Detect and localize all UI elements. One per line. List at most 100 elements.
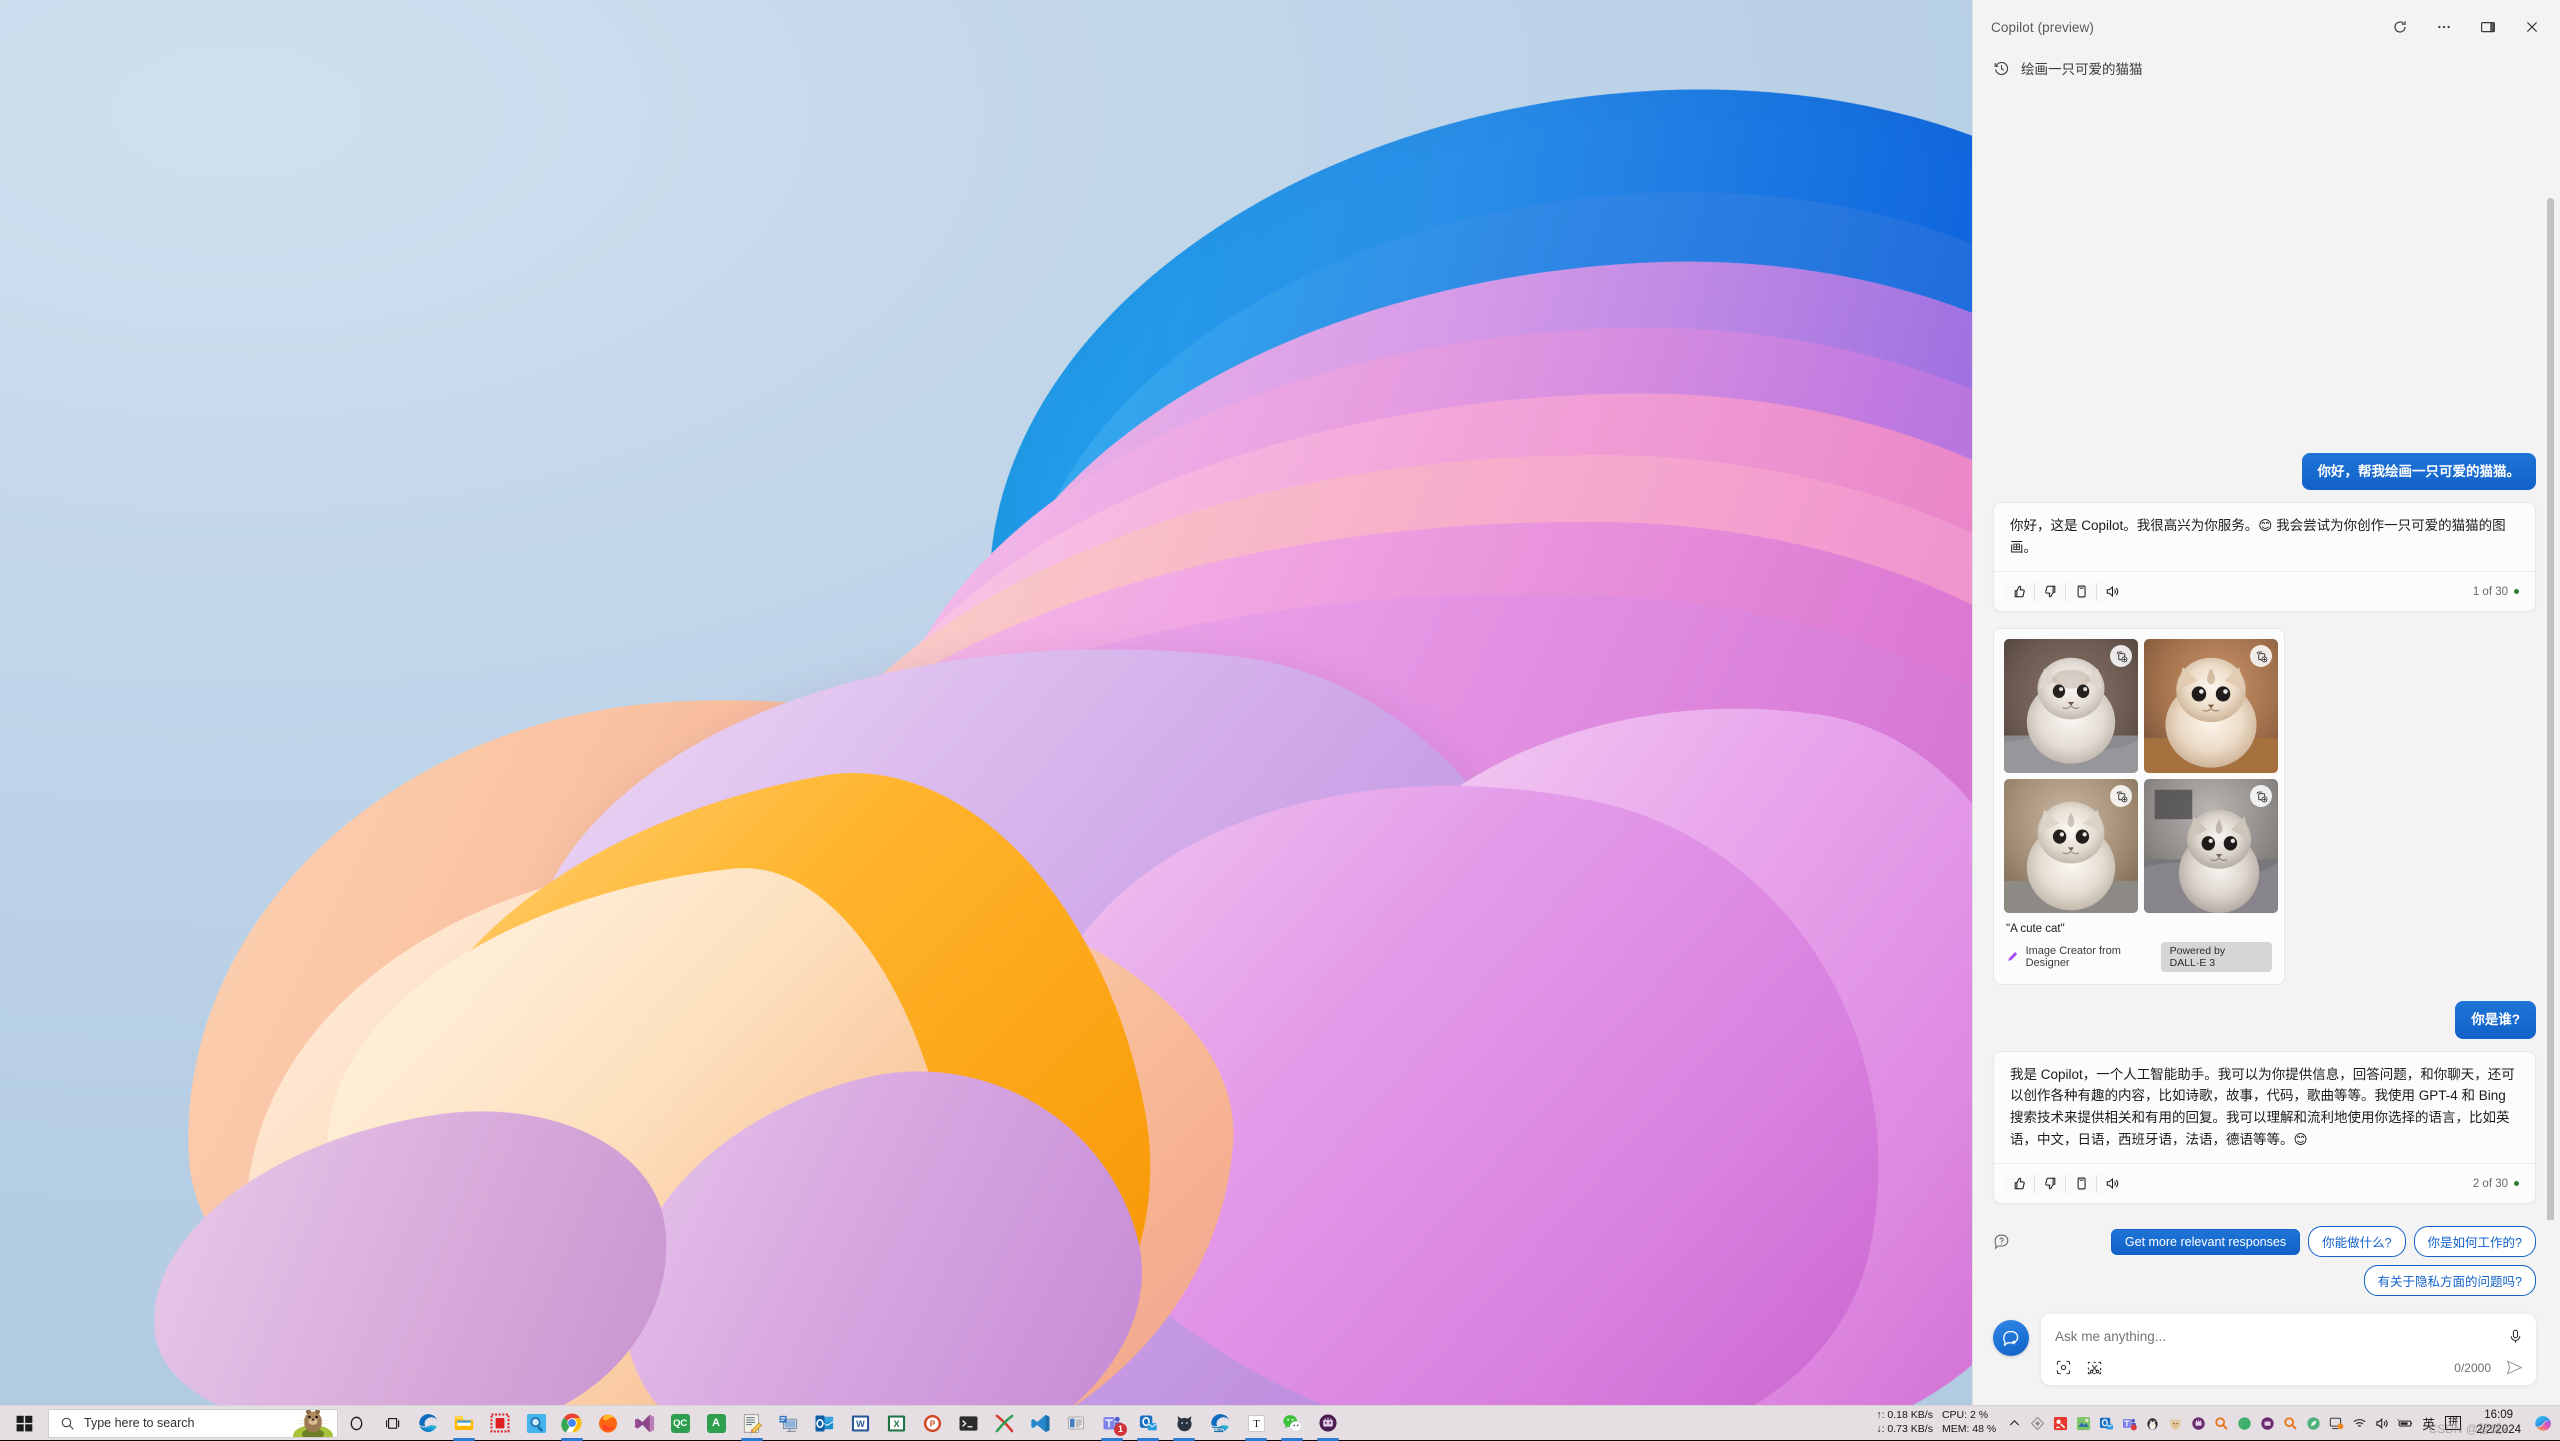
taskbar-item-typora[interactable]: T bbox=[1238, 1406, 1274, 1441]
tray-item-nvidia[interactable] bbox=[2072, 1406, 2095, 1441]
tray-item-magnifier-search[interactable] bbox=[2210, 1406, 2233, 1441]
send-button[interactable] bbox=[2505, 1358, 2524, 1377]
microphone-button[interactable] bbox=[2507, 1328, 2524, 1345]
taskbar-item-excel[interactable]: X bbox=[878, 1406, 914, 1441]
active-indicator bbox=[561, 1438, 583, 1441]
taskbar-item-terminal[interactable] bbox=[950, 1406, 986, 1441]
start-button[interactable] bbox=[0, 1406, 48, 1441]
generated-image-4[interactable] bbox=[2144, 779, 2278, 913]
network-button[interactable] bbox=[2348, 1406, 2371, 1441]
taskbar-item-outlook-new[interactable] bbox=[1130, 1406, 1166, 1441]
cat-tray-icon bbox=[2168, 1416, 2183, 1431]
suggestion-chip-0[interactable]: Get more relevant responses bbox=[2111, 1229, 2300, 1255]
taskbar-item-cortana[interactable] bbox=[338, 1406, 374, 1441]
taskbar-item-word[interactable]: W bbox=[842, 1406, 878, 1441]
clock[interactable]: 16:09 2/2/2024 bbox=[2466, 1408, 2531, 1439]
battery-button[interactable] bbox=[2394, 1406, 2417, 1441]
tray-item-green-leaf[interactable] bbox=[2302, 1406, 2325, 1441]
tray-item-outlook[interactable] bbox=[2095, 1406, 2118, 1441]
close-button[interactable] bbox=[2510, 10, 2554, 44]
question-bubble-icon bbox=[1993, 1233, 2010, 1250]
tray-item-orange-search[interactable] bbox=[2279, 1406, 2302, 1441]
tray-item-teams[interactable] bbox=[2118, 1406, 2141, 1441]
tray-item-red-monitor[interactable] bbox=[2049, 1406, 2072, 1441]
taskbar-item-remote-desktop[interactable] bbox=[770, 1406, 806, 1441]
tray-item-diamond[interactable] bbox=[2026, 1406, 2049, 1441]
battery-icon bbox=[2397, 1416, 2415, 1431]
taskbar-item-task-view[interactable] bbox=[374, 1406, 410, 1441]
chat-input[interactable] bbox=[2055, 1324, 2507, 1348]
save-to-collections-button-1[interactable] bbox=[2110, 645, 2132, 667]
ime-mode-button[interactable]: 拼 bbox=[2445, 1416, 2461, 1431]
green-shield-tray-icon bbox=[2237, 1416, 2252, 1431]
microphone-icon bbox=[2507, 1328, 2524, 1345]
tray-item-purple-circle-2[interactable] bbox=[2256, 1406, 2279, 1441]
show-hidden-icons-button[interactable] bbox=[2003, 1406, 2026, 1441]
save-to-collections-button-4[interactable] bbox=[2250, 785, 2272, 807]
suggestion-chip-3[interactable]: 有关于隐私方面的问题吗? bbox=[2364, 1265, 2536, 1296]
thumbs-up-button[interactable] bbox=[2004, 578, 2034, 606]
green-a-app-icon: A bbox=[707, 1414, 726, 1433]
taskbar-item-notepad-editor[interactable] bbox=[734, 1406, 770, 1441]
taskbar-item-xmind[interactable] bbox=[986, 1406, 1022, 1441]
taskbar-item-purple-app[interactable] bbox=[1310, 1406, 1346, 1441]
visual-search-button[interactable] bbox=[2055, 1359, 2072, 1376]
suggestion-chip-1[interactable]: 你能做什么? bbox=[2308, 1226, 2405, 1257]
assistant-message-actions: 2 of 30 bbox=[1994, 1163, 2535, 1203]
suggestion-chip-2[interactable]: 你是如何工作的? bbox=[2414, 1226, 2536, 1257]
read-aloud-button[interactable] bbox=[2097, 1170, 2127, 1198]
taskbar-item-cat-app[interactable] bbox=[1166, 1406, 1202, 1441]
taskbar-search-box[interactable]: Type here to search bbox=[48, 1409, 338, 1438]
taskbar-item-vscode[interactable] bbox=[1022, 1406, 1058, 1441]
taskbar-item-google-chrome[interactable] bbox=[554, 1406, 590, 1441]
tray-item-green-shield[interactable] bbox=[2233, 1406, 2256, 1441]
ime-language-button[interactable]: 英 bbox=[2417, 1414, 2440, 1433]
read-aloud-button[interactable] bbox=[2097, 578, 2127, 606]
tray-item-cat[interactable] bbox=[2164, 1406, 2187, 1441]
chat-scrollbar[interactable] bbox=[2547, 198, 2554, 1220]
tray-item-display-settings[interactable] bbox=[2325, 1406, 2348, 1441]
network-speed-stats[interactable]: ↑: 0.18 KB/s ↓: 0.73 KB/s bbox=[1867, 1409, 1942, 1437]
suggestions-help-button[interactable] bbox=[1993, 1233, 2010, 1250]
speaker-icon bbox=[2105, 584, 2120, 599]
save-to-collections-button-3[interactable] bbox=[2110, 785, 2132, 807]
taskbar-item-green-a-app[interactable]: A bbox=[698, 1406, 734, 1441]
taskbar-item-firefox[interactable] bbox=[590, 1406, 626, 1441]
taskbar-item-everything-search[interactable] bbox=[518, 1406, 554, 1441]
remote-desktop-icon bbox=[778, 1413, 799, 1434]
save-to-collections-button-2[interactable] bbox=[2250, 645, 2272, 667]
refresh-button[interactable] bbox=[2378, 10, 2422, 44]
copilot-tray-button[interactable] bbox=[2531, 1406, 2554, 1441]
taskbar-item-wechat[interactable] bbox=[1274, 1406, 1310, 1441]
taskbar-item-qc-app[interactable]: QC bbox=[662, 1406, 698, 1441]
taskbar-item-powerpoint[interactable]: P bbox=[914, 1406, 950, 1441]
composer-area: 0/2000 bbox=[1973, 1304, 2560, 1405]
generated-image-3[interactable] bbox=[2004, 779, 2138, 913]
chat-scrollbar-thumb[interactable] bbox=[2547, 198, 2554, 1220]
copy-button[interactable] bbox=[2066, 578, 2096, 606]
tray-item-purple-circle[interactable] bbox=[2187, 1406, 2210, 1441]
taskbar-item-red-app[interactable] bbox=[482, 1406, 518, 1441]
copy-button[interactable] bbox=[2066, 1170, 2096, 1198]
system-resource-stats[interactable]: CPU: 2 % MEM: 48 % bbox=[1942, 1409, 2003, 1437]
new-chat-button[interactable] bbox=[1993, 1320, 2029, 1356]
taskbar-item-panel-app[interactable] bbox=[1058, 1406, 1094, 1441]
panel-toggle-button[interactable] bbox=[2466, 10, 2510, 44]
more-options-button[interactable] bbox=[2422, 10, 2466, 44]
visual-studio-icon bbox=[634, 1413, 655, 1434]
thumbs-up-button[interactable] bbox=[2004, 1170, 2034, 1198]
taskbar-item-edge-beta[interactable]: BETA bbox=[1202, 1406, 1238, 1441]
taskbar-item-microsoft-edge[interactable] bbox=[410, 1406, 446, 1441]
generated-image-2[interactable] bbox=[2144, 639, 2278, 773]
taskbar-item-outlook[interactable] bbox=[806, 1406, 842, 1441]
taskbar-item-visual-studio[interactable] bbox=[626, 1406, 662, 1441]
taskbar-item-file-explorer[interactable] bbox=[446, 1406, 482, 1441]
history-item[interactable]: 绘画一只可爱的猫猫 bbox=[1973, 54, 2560, 88]
volume-button[interactable] bbox=[2371, 1406, 2394, 1441]
screenshot-snip-button[interactable] bbox=[2086, 1359, 2103, 1376]
generated-image-1[interactable] bbox=[2004, 639, 2138, 773]
thumbs-down-button[interactable] bbox=[2035, 1170, 2065, 1198]
tray-item-qq[interactable] bbox=[2141, 1406, 2164, 1441]
thumbs-down-button[interactable] bbox=[2035, 578, 2065, 606]
taskbar-item-teams[interactable]: 1 bbox=[1094, 1406, 1130, 1441]
